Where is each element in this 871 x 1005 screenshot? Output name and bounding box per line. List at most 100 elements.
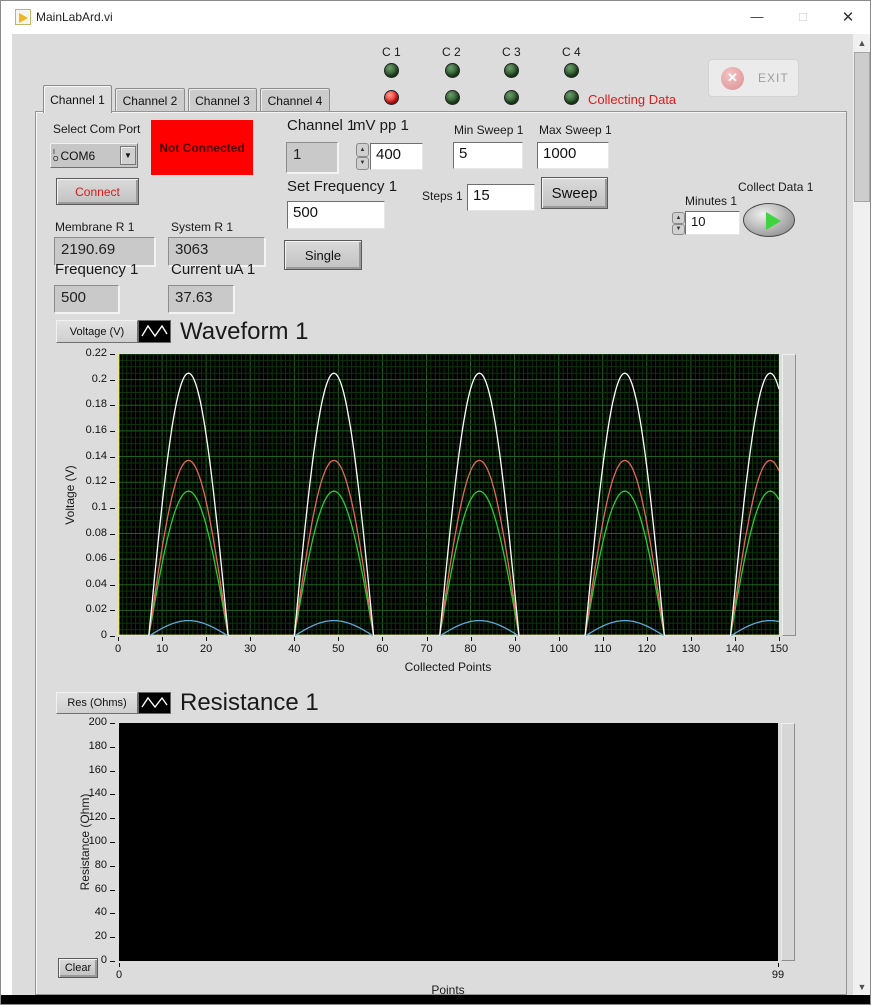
x-tick-label: 100 xyxy=(541,643,577,655)
x-tick-label: 0 xyxy=(101,969,137,981)
x-tick-label: 150 xyxy=(761,643,797,655)
tab-channel-3[interactable]: Channel 3 xyxy=(188,88,257,112)
resistance-legend-label[interactable]: Res (Ohms) xyxy=(56,692,138,714)
resistance-x-axis: 099 xyxy=(119,963,778,983)
combo-dropdown-arrow-icon[interactable]: ▼ xyxy=(120,146,136,165)
com-port-value: COM6 xyxy=(60,149,120,163)
led-label-c1: C 1 xyxy=(382,45,401,59)
max-sweep-input[interactable]: 1000 xyxy=(537,142,609,169)
x-tick-label: 0 xyxy=(100,643,136,655)
resistance-plot-area[interactable] xyxy=(119,723,778,961)
x-tick-label: 120 xyxy=(629,643,665,655)
scroll-up-arrow-icon[interactable]: ▲ xyxy=(853,34,871,51)
min-sweep-input[interactable]: 5 xyxy=(453,142,523,169)
y-tick-label: 0.04 xyxy=(86,578,107,590)
c3-top-led xyxy=(504,63,519,78)
x-tick-label: 80 xyxy=(453,643,489,655)
x-tick-label: 140 xyxy=(717,643,753,655)
connect-button[interactable]: Connect xyxy=(56,178,139,205)
x-tick-label: 110 xyxy=(585,643,621,655)
steps-label: Steps 1 xyxy=(422,189,463,203)
exit-button[interactable]: ✕ EXIT xyxy=(708,59,799,97)
waveform-chart-frame xyxy=(782,354,796,636)
increment-arrow-icon[interactable]: ▲ xyxy=(672,212,685,224)
y-tick-label: 40 xyxy=(95,906,107,918)
window-title: MainLabArd.vi xyxy=(36,10,113,24)
led-label-c3: C 3 xyxy=(502,45,521,59)
resistance-chart-frame xyxy=(781,723,795,961)
minutes-stepper[interactable]: ▲▼ xyxy=(672,212,685,235)
current-ua-label: Current uA 1 xyxy=(171,261,255,278)
com-port-combo[interactable]: IO COM6 ▼ xyxy=(50,143,138,168)
tab-channel-4[interactable]: Channel 4 xyxy=(260,88,330,112)
exit-button-label: EXIT xyxy=(758,71,789,85)
y-tick-label: 0 xyxy=(101,954,107,966)
vertical-scrollbar[interactable]: ▲ ▼ xyxy=(853,34,871,995)
waveform-sample-icon[interactable] xyxy=(138,320,171,343)
select-com-port-label: Select Com Port xyxy=(53,122,140,136)
x-tick-label: 10 xyxy=(144,643,180,655)
collect-data-label: Collect Data 1 xyxy=(738,180,813,194)
led-label-c4: C 4 xyxy=(562,45,581,59)
mvpp-label: mV pp 1 xyxy=(353,117,409,134)
x-tick-label: 20 xyxy=(188,643,224,655)
y-tick-label: 0.22 xyxy=(86,347,107,359)
min-sweep-label: Min Sweep 1 xyxy=(454,123,523,137)
scrollbar-thumb[interactable] xyxy=(854,52,870,202)
waveform-legend-label[interactable]: Voltage (V) xyxy=(56,320,138,343)
x-tick-label: 30 xyxy=(232,643,268,655)
c2-bottom-led xyxy=(445,90,460,105)
y-tick-label: 0.08 xyxy=(86,527,107,539)
y-tick-label: 60 xyxy=(95,883,107,895)
exit-x-icon: ✕ xyxy=(721,67,744,90)
x-tick-label: 70 xyxy=(409,643,445,655)
app-window: MainLabArd.vi — □ ✕ C 1 C 2 C 3 C 4 Coll… xyxy=(0,0,871,1005)
set-frequency-label: Set Frequency 1 xyxy=(287,178,397,195)
clear-button[interactable]: Clear xyxy=(58,958,98,978)
minutes-label: Minutes 1 xyxy=(685,194,737,208)
y-tick-label: 20 xyxy=(95,930,107,942)
x-tick-label: 60 xyxy=(364,643,400,655)
led-label-c2: C 2 xyxy=(442,45,461,59)
waveform-x-axis-title: Collected Points xyxy=(348,660,548,674)
decrement-arrow-icon[interactable]: ▼ xyxy=(672,224,685,236)
c4-bottom-led xyxy=(564,90,579,105)
mvpp-stepper[interactable]: ▲▼ xyxy=(356,143,369,170)
waveform-x-axis: 0102030405060708090100110120130140150 xyxy=(118,637,779,657)
scroll-down-arrow-icon[interactable]: ▼ xyxy=(853,978,871,995)
y-tick-label: 0.2 xyxy=(92,373,107,385)
io-glyph-icon: IO xyxy=(53,149,58,163)
steps-input[interactable]: 15 xyxy=(467,184,535,211)
y-tick-label: 0.14 xyxy=(86,450,107,462)
minimize-button[interactable]: — xyxy=(734,1,780,32)
resistance-chart-title: Resistance 1 xyxy=(180,689,319,717)
mvpp-input[interactable]: 400 xyxy=(370,143,423,170)
labview-vi-icon xyxy=(15,9,31,25)
single-button[interactable]: Single xyxy=(284,240,362,270)
collect-data-button[interactable] xyxy=(743,203,795,237)
x-tick-label: 50 xyxy=(320,643,356,655)
close-button[interactable]: ✕ xyxy=(825,1,871,32)
sweep-button[interactable]: Sweep xyxy=(541,177,608,209)
waveform-plot-area[interactable] xyxy=(118,354,779,636)
resistance-y-axis-title: Resistance (Ohm) xyxy=(78,742,92,942)
collecting-data-status: Collecting Data xyxy=(588,92,676,107)
y-tick-label: 0.02 xyxy=(86,603,107,615)
tab-channel-1[interactable]: Channel 1 xyxy=(43,85,112,113)
play-triangle-icon xyxy=(766,212,781,230)
current-ua-indicator: 37.63 xyxy=(168,285,234,313)
resistance-sample-icon[interactable] xyxy=(138,692,171,714)
y-tick-label: 0.18 xyxy=(86,398,107,410)
c3-bottom-led xyxy=(504,90,519,105)
set-frequency-input[interactable]: 500 xyxy=(287,201,385,229)
increment-arrow-icon[interactable]: ▲ xyxy=(356,143,369,157)
channel-label: Channel 1 xyxy=(287,117,355,134)
y-tick-label: 0.16 xyxy=(86,424,107,436)
minutes-input[interactable]: 10 xyxy=(685,211,740,235)
waveform-chart-title: Waveform 1 xyxy=(180,318,308,346)
decrement-arrow-icon[interactable]: ▼ xyxy=(356,157,369,171)
maximize-button[interactable]: □ xyxy=(780,1,826,32)
max-sweep-label: Max Sweep 1 xyxy=(539,123,612,137)
y-tick-label: 200 xyxy=(89,716,107,728)
tab-channel-2[interactable]: Channel 2 xyxy=(115,88,185,112)
